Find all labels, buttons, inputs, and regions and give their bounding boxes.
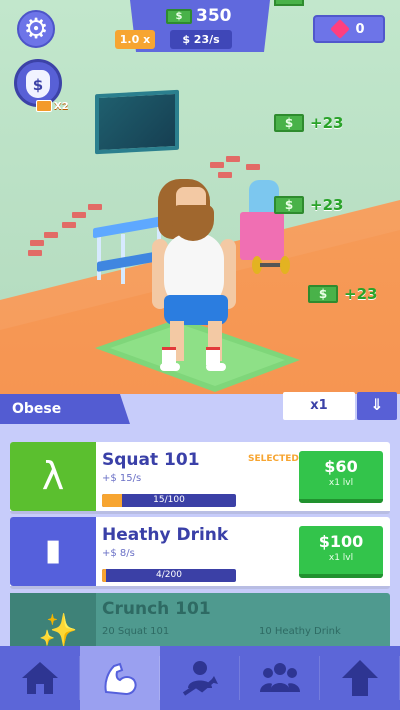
buy-multiplier-button[interactable]: x1 [283, 392, 355, 420]
upgrade-arrow-icon [342, 660, 378, 696]
cash-icon: $ [274, 196, 304, 214]
upgrade-progress-bar: 15/100 [102, 494, 236, 507]
group-icon [260, 663, 300, 692]
player-character[interactable] [150, 175, 240, 385]
buy-price: $60 [324, 457, 358, 476]
upgrade-icon-box: λ [10, 442, 96, 511]
wall-brick [246, 164, 260, 170]
upgrade-name: Squat 101 [102, 450, 200, 470]
progress-text: 15/100 [153, 495, 185, 505]
unlock-requirement: 10 Heathy Drink [259, 626, 341, 637]
nav-team[interactable] [240, 646, 320, 710]
nav-home[interactable] [0, 646, 80, 710]
wall-brick [30, 240, 44, 246]
wall-tv [95, 89, 179, 155]
floating-cash-value: +23 [310, 196, 344, 214]
gems-counter[interactable]: 0 [313, 15, 385, 43]
buy-level: x1 lvl [328, 553, 354, 563]
bottle-icon: ▮ [44, 533, 62, 568]
gear-icon: ⚙ [23, 12, 49, 45]
bottom-nav [0, 646, 400, 710]
upgrade-icon-box: ✨ [10, 593, 96, 646]
upgrade-card-drink[interactable]: ▮ Heathy Drink +$ 8/s 4/200 $100 x1 lvl [10, 517, 390, 589]
cash-icon [274, 0, 304, 6]
wall-brick [44, 232, 58, 238]
gems-amount: 0 [355, 21, 365, 37]
floating-cash: $ +23 [274, 114, 343, 132]
selected-badge: SELECTED [248, 454, 299, 464]
floating-cash-value: +23 [310, 114, 344, 132]
upgrade-icon-box: ▮ [10, 517, 96, 586]
buy-button[interactable]: $100 x1 lvl [299, 526, 383, 578]
cash-icon: $ [308, 285, 338, 303]
trainer-icon [182, 661, 218, 696]
upgrade-name: Crunch 101 [102, 599, 211, 619]
crunch-icon: ✨ [38, 611, 78, 646]
muscle-icon [104, 662, 137, 696]
water-cooler [240, 212, 284, 260]
multiplier-pill: 1.0 x [115, 30, 155, 49]
upgrade-rate: +$ 8/s [102, 548, 135, 559]
squat-icon: λ [41, 454, 65, 498]
ad-bonus-label: X2 [54, 100, 69, 112]
home-icon [22, 662, 58, 694]
nav-workout[interactable] [80, 646, 160, 710]
wall-brick [28, 250, 42, 256]
upgrade-progress-bar: 4/200 [102, 569, 236, 582]
nav-trainer[interactable] [160, 646, 240, 710]
cash-icon: $ [274, 114, 304, 132]
unlock-requirement: 20 Squat 101 [102, 626, 170, 637]
cash-icon: $ [166, 8, 192, 24]
category-label: Obese [12, 401, 62, 417]
ad-bonus-badge[interactable]: X2 [36, 100, 69, 112]
video-ad-icon [36, 100, 52, 112]
settings-button[interactable]: ⚙ [17, 10, 55, 48]
progress-text: 4/200 [156, 570, 182, 580]
wall-brick [88, 204, 102, 210]
wall-brick [62, 222, 76, 228]
upgrade-card-squat[interactable]: λ Squat 101 +$ 15/s 15/100 SELECTED $60 … [10, 442, 390, 514]
gem-icon [330, 19, 351, 39]
money-amount: 350 [196, 6, 232, 26]
double-chevron-down-icon: ⇓ [370, 395, 384, 414]
upgrade-rate: +$ 15/s [102, 473, 142, 484]
floating-cash: $ +23 [274, 196, 343, 214]
floating-cash: $ +23 [308, 285, 377, 303]
upgrade-list[interactable]: λ Squat 101 +$ 15/s 15/100 SELECTED $60 … [0, 428, 400, 646]
wall-brick [210, 162, 224, 168]
upgrade-name: Heathy Drink [102, 525, 229, 545]
upgrade-card-crunch-locked: ✨ Crunch 101 20 Squat 101 10 Heathy Drin… [10, 593, 390, 646]
money-display: $ 350 [166, 6, 246, 26]
wall-brick [226, 156, 240, 162]
money-bag-icon: $ [26, 70, 50, 98]
dumbbell [252, 256, 290, 274]
buy-button[interactable]: $60 x1 lvl [299, 451, 383, 503]
buy-price: $100 [318, 532, 364, 551]
collapse-button[interactable]: ⇓ [357, 392, 397, 420]
wall-brick [72, 212, 86, 218]
nav-upgrade[interactable] [320, 646, 400, 710]
buy-level: x1 lvl [328, 478, 354, 488]
income-rate-pill: $ 23/s [170, 30, 232, 49]
floating-cash-value: +23 [344, 285, 378, 303]
